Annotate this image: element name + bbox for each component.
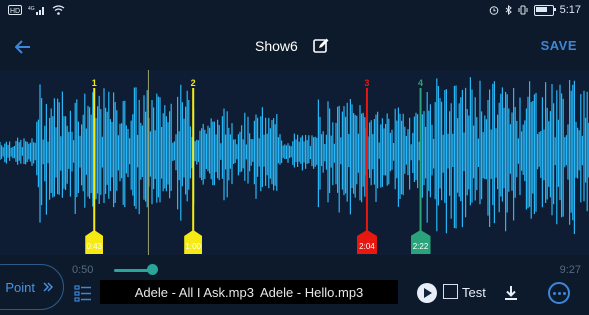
back-arrow-icon [15, 40, 30, 54]
more-dot [557, 291, 561, 295]
save-button[interactable]: SAVE [541, 38, 577, 53]
alarm-icon [489, 5, 499, 15]
vibrate-icon [518, 5, 528, 15]
hd-icon: HD [8, 5, 22, 15]
edit-icon[interactable] [312, 37, 330, 55]
marker-number: 3 [364, 78, 370, 88]
play-icon [423, 288, 432, 298]
status-time: 5:17 [559, 4, 581, 16]
point-button[interactable]: Point [0, 264, 64, 310]
svg-text:HD: HD [10, 8, 20, 15]
track-name: Adele - All I Ask.mp3 [134, 284, 254, 300]
wifi-icon [52, 5, 65, 15]
status-bar: HD 4G 5:17 [0, 0, 589, 20]
signal-4g-icon: 4G [28, 5, 46, 15]
marker-number: 4 [418, 78, 424, 88]
waveform-editor[interactable] [0, 70, 589, 255]
current-time: 0:50 [72, 264, 94, 276]
more-button[interactable] [548, 282, 570, 304]
test-label: Test [462, 285, 486, 300]
test-checkbox[interactable] [443, 284, 458, 299]
waveform[interactable] [0, 70, 589, 255]
marker-number: 1 [91, 78, 97, 88]
svg-text:4G: 4G [28, 6, 35, 12]
bluetooth-icon [505, 5, 512, 15]
page-title: Show6 [255, 38, 298, 54]
double-chevron-right-icon [43, 282, 53, 292]
total-time: 9:27 [559, 264, 581, 276]
more-dot [552, 291, 556, 295]
download-icon[interactable] [501, 283, 521, 303]
waveform-path [0, 77, 589, 234]
battery-icon [533, 4, 556, 16]
back-button[interactable] [10, 34, 36, 60]
marker-number: 2 [190, 78, 196, 88]
status-right: 5:17 [489, 4, 581, 16]
progress-thumb[interactable] [147, 264, 158, 275]
header: Show6 SAVE [0, 28, 589, 66]
status-left: HD 4G [8, 5, 65, 15]
list-icon[interactable] [74, 284, 92, 302]
more-dot [562, 291, 566, 295]
track-name: Adele - Hello.mp3 [259, 284, 364, 300]
point-label: Point [5, 279, 35, 295]
play-button[interactable] [417, 283, 437, 303]
track-list[interactable]: Adele - All I Ask.mp3 Adele - Hello.mp3 [100, 280, 398, 304]
